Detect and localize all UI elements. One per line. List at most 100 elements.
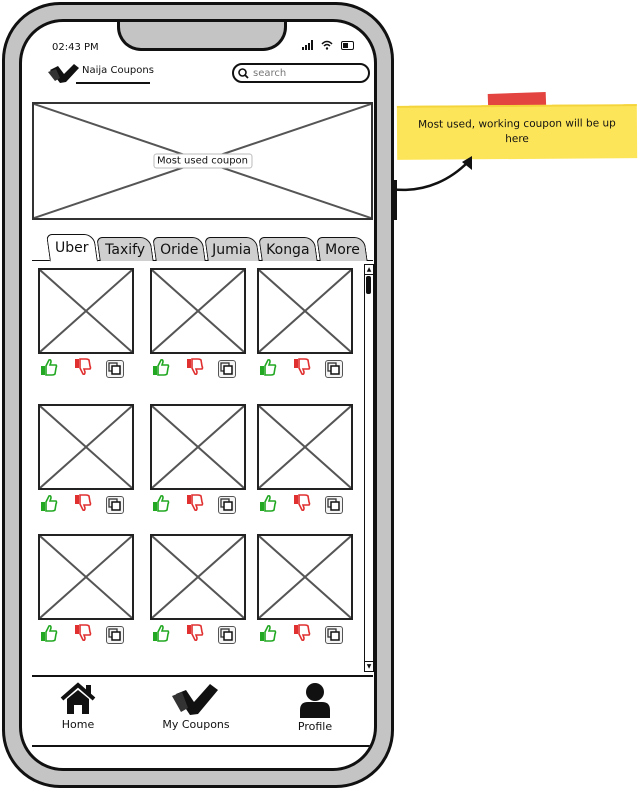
copy-button[interactable]: [323, 624, 345, 646]
coupon-actions: [150, 624, 248, 646]
image-placeholder-icon: [152, 406, 244, 488]
tab-oride[interactable]: Oride: [152, 237, 206, 261]
coupon-image-placeholder[interactable]: [38, 534, 134, 620]
coupon-image-placeholder[interactable]: [38, 268, 134, 354]
thumbs-down-button[interactable]: [72, 494, 94, 516]
thumbs-down-icon: [186, 358, 204, 380]
nav-my-coupons-label: My Coupons: [162, 718, 230, 731]
thumbs-down-button[interactable]: [184, 494, 206, 516]
banner-label: Most used coupon: [152, 153, 253, 169]
copy-button[interactable]: [104, 358, 126, 380]
coupon-card: [257, 534, 355, 646]
thumbs-down-button[interactable]: [291, 494, 313, 516]
nav-my-coupons[interactable]: My Coupons: [146, 682, 246, 731]
battery-icon: [341, 41, 354, 50]
coupon-image-placeholder[interactable]: [38, 404, 134, 490]
thumbs-up-icon: [259, 624, 277, 646]
coupon-image-placeholder[interactable]: [257, 534, 353, 620]
coupons-logo-icon: [48, 64, 79, 83]
nav-profile[interactable]: Profile: [265, 682, 365, 733]
thumbs-up-icon: [152, 624, 170, 646]
app-logo[interactable]: Naija Coupons: [48, 62, 154, 84]
thumbs-down-button[interactable]: [72, 624, 94, 646]
app-name: Naija Coupons: [82, 64, 154, 76]
copy-icon: [325, 360, 343, 378]
search-input[interactable]: [249, 67, 353, 79]
thumbs-down-button[interactable]: [184, 358, 206, 380]
coupon-image-placeholder[interactable]: [150, 404, 246, 490]
thumbs-up-button[interactable]: [150, 494, 172, 516]
thumbs-up-icon: [40, 624, 58, 646]
thumbs-up-button[interactable]: [38, 624, 60, 646]
phone-side-button: [393, 180, 397, 220]
image-placeholder-icon: [40, 270, 132, 352]
search-box[interactable]: [232, 63, 370, 83]
coupon-image-placeholder[interactable]: [257, 268, 353, 354]
thumbs-down-button[interactable]: [291, 358, 313, 380]
coupon-image-placeholder[interactable]: [257, 404, 353, 490]
copy-button[interactable]: [216, 494, 238, 516]
thumbs-up-icon: [152, 494, 170, 516]
tab-konga[interactable]: Konga: [258, 237, 318, 261]
thumbs-up-button[interactable]: [150, 358, 172, 380]
scrollbar[interactable]: ▲ ▼: [364, 264, 374, 672]
home-icon: [60, 682, 96, 714]
thumbs-up-button[interactable]: [257, 358, 279, 380]
most-used-coupon-banner[interactable]: Most used coupon: [32, 102, 373, 220]
tab-taxify[interactable]: Taxify: [96, 237, 154, 261]
copy-button[interactable]: [323, 494, 345, 516]
copy-button[interactable]: [216, 358, 238, 380]
image-placeholder-icon: [259, 536, 351, 618]
copy-icon: [325, 496, 343, 514]
image-placeholder-icon: [40, 406, 132, 488]
copy-button[interactable]: [216, 624, 238, 646]
coupon-actions: [150, 494, 248, 516]
scroll-down-button[interactable]: ▼: [365, 661, 373, 671]
tab-jumia[interactable]: Jumia: [204, 237, 260, 261]
thumbs-down-button[interactable]: [72, 358, 94, 380]
thumbs-down-button[interactable]: [291, 624, 313, 646]
coupon-card: [38, 404, 136, 516]
bottom-nav-divider-bottom: [32, 745, 373, 747]
copy-icon: [106, 360, 124, 378]
thumbs-down-icon: [74, 624, 92, 646]
status-icons: [302, 40, 354, 50]
thumbs-up-button[interactable]: [38, 494, 60, 516]
coupon-image-placeholder[interactable]: [150, 268, 246, 354]
thumbs-down-icon: [186, 624, 204, 646]
thumbs-up-icon: [259, 494, 277, 516]
copy-icon: [218, 496, 236, 514]
thumbs-up-button[interactable]: [257, 494, 279, 516]
thumbs-down-button[interactable]: [184, 624, 206, 646]
image-placeholder-icon: [259, 270, 351, 352]
phone-screen: 02:43 PM Naija Coupons search Most used …: [19, 19, 377, 771]
image-placeholder-icon: [152, 270, 244, 352]
coupon-card: [150, 404, 248, 516]
thumbs-up-button[interactable]: [38, 358, 60, 380]
coupon-grid: [32, 262, 373, 672]
signal-icon: [302, 40, 313, 50]
image-placeholder-icon: [40, 536, 132, 618]
thumbs-up-icon: [40, 358, 58, 380]
tab-more[interactable]: More: [316, 237, 368, 261]
copy-button[interactable]: [323, 358, 345, 380]
scroll-up-button[interactable]: ▲: [365, 265, 373, 275]
thumbs-up-button[interactable]: [150, 624, 172, 646]
copy-button[interactable]: [104, 494, 126, 516]
thumbs-up-button[interactable]: [257, 624, 279, 646]
coupon-actions: [38, 494, 136, 516]
scroll-thumb[interactable]: [366, 276, 371, 294]
image-placeholder-icon: [259, 406, 351, 488]
nav-home[interactable]: Home: [28, 682, 128, 731]
thumbs-down-icon: [293, 358, 311, 380]
thumbs-down-icon: [293, 624, 311, 646]
logo-underline: [76, 82, 150, 84]
tab-uber[interactable]: Uber: [46, 234, 98, 262]
bottom-nav-divider-top: [32, 675, 373, 677]
thumbs-down-icon: [293, 494, 311, 516]
coupon-actions: [150, 358, 248, 380]
coupons-icon: [172, 684, 218, 715]
copy-button[interactable]: [104, 624, 126, 646]
coupon-image-placeholder[interactable]: [150, 534, 246, 620]
coupon-actions: [257, 358, 355, 380]
